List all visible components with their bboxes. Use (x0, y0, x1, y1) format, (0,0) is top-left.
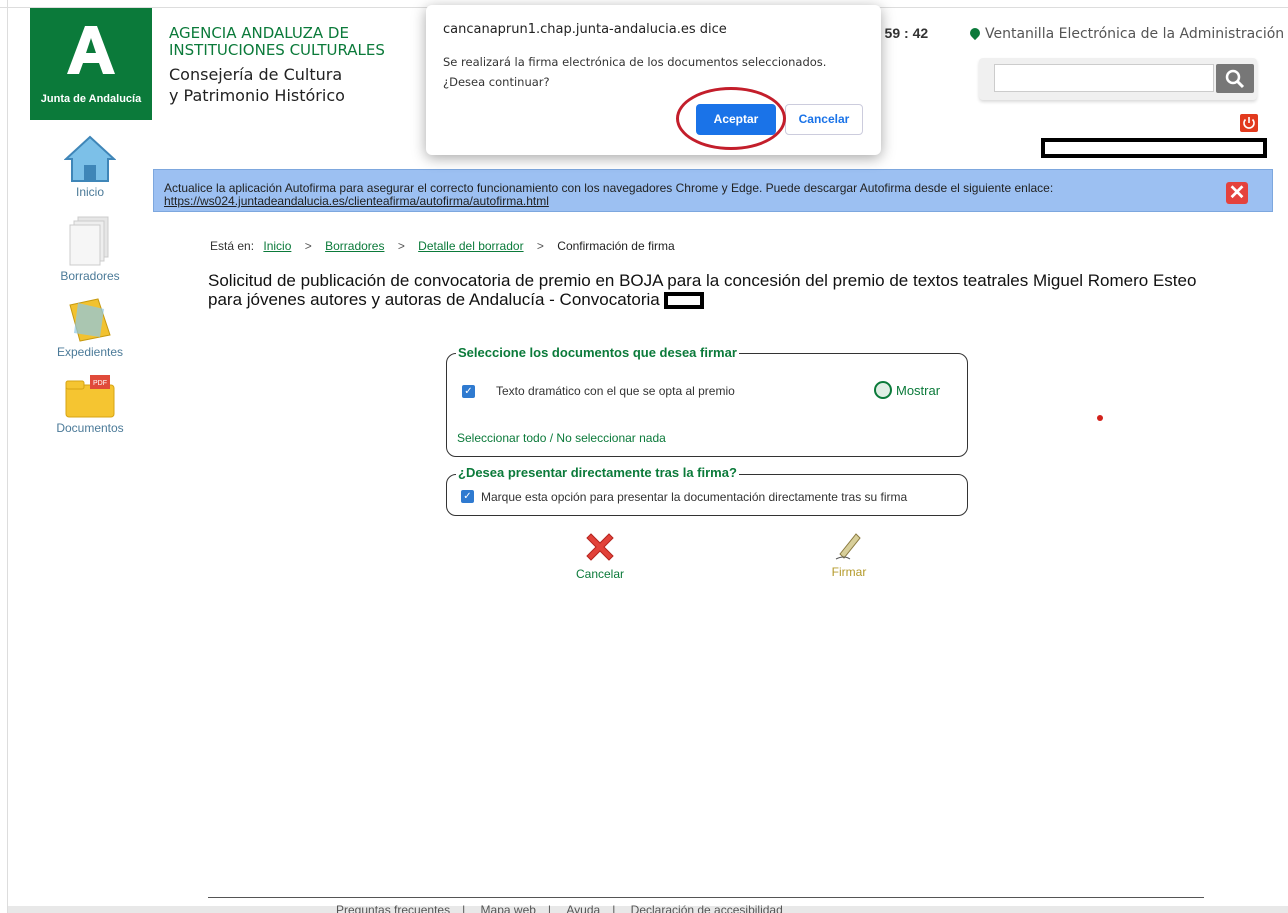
breadcrumb-inicio[interactable]: Inicio (263, 239, 291, 253)
magnifier-icon (874, 381, 892, 399)
footer-sitemap[interactable]: Mapa web (481, 903, 536, 913)
document-checkbox[interactable]: ✓ (462, 385, 475, 398)
breadcrumb-detalle[interactable]: Detalle del borrador (418, 239, 523, 253)
footer-divider (208, 897, 1204, 898)
logout-button[interactable] (1240, 114, 1258, 132)
sign-label: Firmar (831, 565, 867, 579)
folder-icon (69, 298, 111, 342)
sign-button[interactable]: Firmar (809, 528, 889, 579)
footer-links: Preguntas frecuentes | Mapa web | Ayuda | D… (330, 903, 789, 913)
session-clock: : 59 : 42 (876, 25, 929, 41)
location-pin-icon (967, 25, 983, 41)
breadcrumb-prefix: Está en: (210, 239, 255, 253)
cancel-label: Cancelar (575, 567, 625, 581)
title-line-1: Solicitud de publicación de convocatoria… (208, 271, 1197, 290)
mostrar-label: Mostrar (896, 382, 941, 398)
dialog-title: cancanaprun1.chap.junta-andalucia.es dic… (443, 22, 727, 37)
svg-text:PDF: PDF (93, 380, 107, 387)
submit-checkbox[interactable]: ✓ (461, 490, 474, 503)
title-line-2: para jóvenes autores y autoras de Andalu… (208, 290, 660, 309)
sidebar-item-label: Borradores (60, 269, 120, 283)
consejeria-name: Consejería de Cultura y Patrimonio Histó… (169, 64, 345, 106)
breadcrumb: Está en: Inicio > Borradores > Detalle d… (210, 239, 675, 253)
mostrar-button[interactable]: Mostrar (874, 381, 940, 399)
sidebar-item-label: Inicio (75, 185, 104, 199)
banner-text: Actualice la aplicación Autofirma para a… (164, 182, 1214, 208)
sign-pen-icon (835, 533, 861, 560)
highlight-circle (676, 87, 786, 150)
dialog-message-line-1: Se realizará la firma electrónica de los… (443, 55, 827, 69)
sidebar-item-label: Documentos (56, 421, 124, 435)
sidebar: Inicio Borradores Expedientes PDF Docume… (40, 135, 140, 435)
footer-accessibility[interactable]: Declaración de accesibilidad (631, 903, 783, 913)
redacted-user-box (1041, 138, 1267, 158)
sidebar-item-borradores[interactable]: Borradores (40, 215, 140, 283)
documents-legend: Seleccione los documentos que desea firm… (456, 345, 739, 360)
agency-name[interactable]: AGENCIA ANDALUZA DE INSTITUCIONES CULTUR… (169, 25, 385, 59)
selection-links: Seleccionar todo / No seleccionar nada (457, 431, 666, 445)
left-border (0, 0, 8, 913)
junta-logo[interactable]: Junta de Andalucía (30, 8, 152, 120)
dialog-message-line-2: ¿Desea continuar? (443, 75, 550, 89)
sidebar-item-inicio[interactable]: Inicio (40, 135, 140, 199)
sidebar-item-expedientes[interactable]: Expedientes (40, 297, 140, 359)
footer-separator: | (612, 903, 616, 913)
cancel-button[interactable]: Cancelar (560, 530, 640, 581)
power-icon (1243, 117, 1255, 129)
document-label: Texto dramático con el que se opta al pr… (496, 384, 735, 398)
breadcrumb-separator: > (304, 239, 312, 253)
breadcrumb-borradores[interactable]: Borradores (325, 239, 384, 253)
page-title: Solicitud de publicación de convocatoria… (208, 271, 1208, 310)
footer-separator: | (547, 903, 552, 913)
footer-help[interactable]: Ayuda (566, 903, 600, 913)
footer-separator: | (462, 903, 466, 913)
drafts-icon (69, 216, 109, 266)
select-all-link[interactable]: Seleccionar todo (457, 431, 546, 445)
consejeria-line-1: Consejería de Cultura (169, 65, 343, 84)
breadcrumb-separator: > (397, 239, 405, 253)
autofirma-download-link[interactable]: https://ws024.juntadeandalucia.es/client… (164, 194, 549, 208)
home-icon (64, 135, 116, 182)
cancel-x-icon (586, 533, 614, 561)
dialog-cancel-button[interactable]: Cancelar (785, 104, 863, 135)
logo-text: Junta de Andalucía (40, 93, 142, 105)
pdf-folder-icon: PDF (65, 375, 115, 418)
agency-line-1: AGENCIA ANDALUZA DE (169, 24, 349, 42)
dialog-message: Se realizará la firma electrónica de los… (443, 52, 863, 92)
consejeria-line-2: y Patrimonio Histórico (169, 86, 345, 105)
sidebar-item-label: Expedientes (56, 345, 124, 359)
close-icon: ✕ (1228, 182, 1246, 204)
breadcrumb-separator: > (536, 239, 544, 253)
ventanilla-link[interactable]: Ventanilla Electrónica de la Administrac… (967, 25, 1285, 42)
red-dot-marker (1097, 415, 1103, 421)
select-none-link[interactable]: No seleccionar nada (556, 431, 665, 445)
ventanilla-label: Ventanilla Electrónica de la Administrac… (985, 26, 1285, 42)
banner-close-button[interactable]: ✕ (1226, 182, 1248, 204)
logo-mark-icon (30, 22, 152, 89)
footer-faq[interactable]: Preguntas frecuentes (336, 903, 450, 913)
search-button[interactable] (1216, 64, 1254, 93)
breadcrumb-current: Confirmación de firma (557, 239, 675, 253)
submit-label: Marque esta opción para presentar la doc… (481, 490, 908, 504)
search-input[interactable] (994, 64, 1214, 92)
sidebar-item-documentos[interactable]: PDF Documentos (40, 373, 140, 435)
select-separator: / (549, 431, 554, 445)
agency-line-2: INSTITUCIONES CULTURALES (169, 41, 385, 59)
search-icon (1225, 69, 1245, 88)
redacted-year-box (663, 292, 704, 310)
submit-legend: ¿Desea presentar directamente tras la fi… (456, 465, 739, 480)
